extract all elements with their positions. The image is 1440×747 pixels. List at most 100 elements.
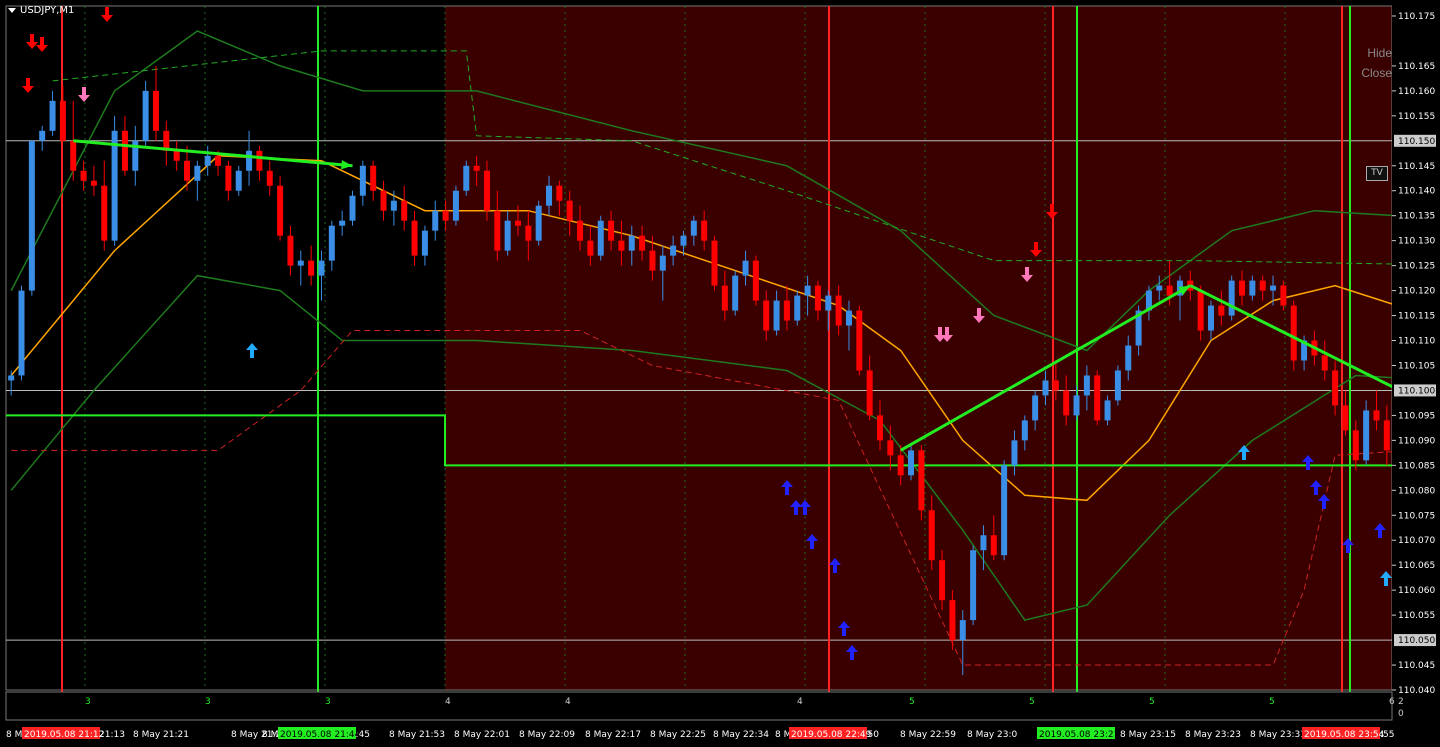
candle-body	[1052, 380, 1059, 391]
candle-body	[680, 235, 687, 246]
candle-body	[825, 295, 832, 311]
candle-body	[494, 210, 501, 251]
candle-body	[1011, 440, 1018, 466]
x-tick-label: 8 May 22:34	[713, 730, 769, 740]
x-tick-label: 8 M	[6, 730, 22, 740]
candle-body	[701, 220, 708, 241]
x-tick-label: 8 May 23:31	[1250, 730, 1306, 740]
candle-body	[1239, 280, 1246, 296]
candle-body	[1156, 285, 1163, 291]
sub-indicator-label: 5	[1149, 697, 1155, 707]
candle-body	[204, 155, 211, 166]
candle-body	[359, 165, 366, 196]
x-tick-label: 8 M	[262, 730, 278, 740]
symbol-label[interactable]: USDJPY,M1	[8, 5, 74, 16]
x-tick-label: 8 M	[775, 730, 791, 740]
candle-body	[1342, 405, 1349, 431]
candle-body	[1197, 290, 1204, 331]
candle-body	[1207, 305, 1214, 331]
candle-body	[390, 200, 397, 211]
candle-body	[721, 285, 728, 311]
price-chart: 110.175 110.165 110.160 110.155 110.145 110.1…	[0, 0, 1440, 747]
candle-body	[111, 130, 118, 241]
candle-body	[370, 165, 377, 191]
tv-badge[interactable]: TV	[1366, 166, 1388, 181]
y-tick-label: 110.090	[1398, 436, 1435, 446]
candle-body	[794, 295, 801, 321]
y-tick-label: 110.040	[1398, 686, 1435, 696]
candle-body	[804, 285, 811, 296]
sub-indicator-label: 3	[325, 697, 331, 707]
candle-body	[1280, 285, 1287, 306]
candle-body	[70, 140, 77, 171]
candle-body	[401, 200, 408, 221]
x-tick-label: 8 May 22:01	[454, 730, 510, 740]
x-tick-label: 8 May 21:53	[389, 730, 445, 740]
candle-body	[1166, 285, 1173, 296]
candle-body	[783, 300, 790, 321]
candle-body	[121, 130, 128, 171]
candle-body	[432, 210, 439, 231]
sub-indicator-label: 3	[205, 697, 211, 707]
candle-body	[711, 240, 718, 286]
candle-body	[90, 180, 97, 186]
candle-body	[1270, 285, 1277, 291]
candle-body	[173, 150, 180, 161]
candle-body	[939, 560, 946, 601]
dropdown-icon[interactable]	[8, 7, 16, 13]
candle-body	[297, 260, 304, 266]
candle-body	[742, 260, 749, 276]
y-tick-label: 110.115	[1398, 312, 1435, 322]
candle-body	[1073, 395, 1080, 416]
candle-body	[1042, 380, 1049, 396]
candle-body	[215, 155, 222, 166]
candle-body	[670, 245, 677, 256]
candle-body	[473, 165, 480, 171]
candle-body	[990, 535, 997, 556]
candle-body	[1021, 420, 1028, 441]
candle-body	[1373, 410, 1380, 421]
candle-body	[1249, 280, 1256, 296]
candle-body	[577, 220, 584, 241]
sub-indicator-label: 4	[565, 697, 571, 707]
candle-body	[80, 170, 87, 181]
candle-body	[1104, 400, 1111, 421]
candle-body	[628, 235, 635, 251]
candle-body	[877, 415, 884, 441]
candle-body	[618, 240, 625, 251]
candle-body	[287, 235, 294, 266]
y-tick-label: 110.130	[1398, 237, 1435, 247]
sub-indicator: 3 3 3 4 4 4 5 5 5 5 6 2 0	[5, 691, 1404, 721]
candle-body	[318, 260, 325, 276]
candle-body	[8, 375, 15, 381]
candle-body	[1094, 375, 1101, 421]
y-tick-label: 110.165	[1398, 62, 1435, 72]
candle-body	[1114, 370, 1121, 401]
highlighted-time-label: 2019.05.08 21:12	[24, 730, 104, 740]
y-tick-label: 110.060	[1398, 586, 1435, 596]
candle-body	[421, 230, 428, 256]
chart-background	[0, 0, 1440, 747]
close-link[interactable]: Close	[1361, 66, 1392, 80]
candle-body	[1001, 465, 1008, 556]
candle-body	[918, 450, 925, 511]
candle-body	[39, 130, 46, 141]
candle-body	[463, 165, 470, 191]
candle-body	[246, 150, 253, 171]
hide-link[interactable]: Hide	[1367, 46, 1392, 60]
candle-body	[1083, 375, 1090, 396]
y-tick-label: 110.080	[1398, 486, 1435, 496]
sub-indicator-label: 4	[797, 697, 803, 707]
candle-body	[1321, 355, 1328, 371]
candle-body	[142, 90, 149, 141]
x-tick-label: 8 May 22:17	[585, 730, 641, 740]
candle-body	[194, 165, 201, 181]
price-axis: 110.175 110.165 110.160 110.155 110.145 110.1…	[1392, 0, 1440, 747]
x-tick-label: 8 May 21:21	[133, 730, 189, 740]
candle-body	[856, 310, 863, 371]
y-tick-label: 110.175	[1398, 12, 1435, 22]
candle-body	[1063, 390, 1070, 416]
sub-indicator-panel	[5, 691, 1393, 721]
y-tick-label: 110.155	[1398, 112, 1435, 122]
candle-body	[597, 220, 604, 256]
